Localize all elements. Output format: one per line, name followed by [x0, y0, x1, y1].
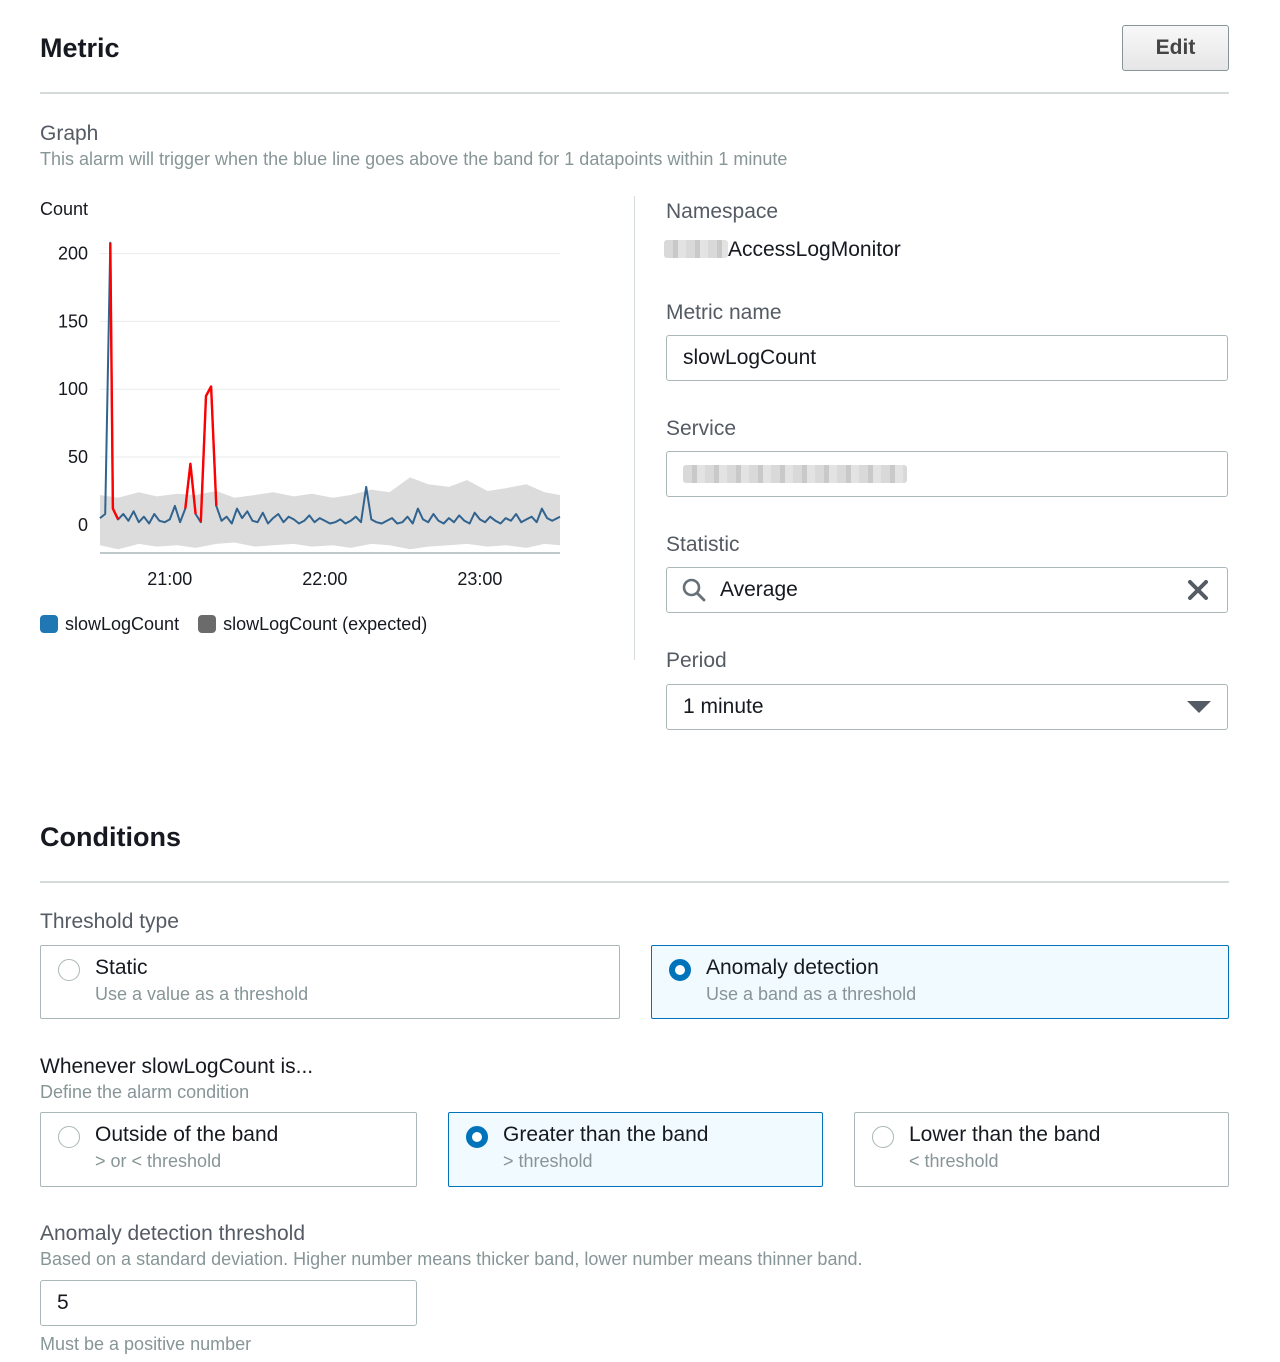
y-tick-label: 0 — [78, 515, 88, 535]
statistic-label: Statistic — [666, 533, 740, 556]
threshold-type-anomaly-detection[interactable]: Anomaly detection Use a band as a thresh… — [651, 945, 1229, 1019]
conditions-divider — [40, 881, 1229, 883]
legend-item-expected[interactable]: slowLogCount (expected) — [198, 614, 427, 634]
anomaly-threshold-label: Anomaly detection threshold — [40, 1222, 305, 1245]
threshold-type-label: Threshold type — [40, 910, 179, 933]
legend-swatch-gray — [198, 615, 217, 633]
metric-name-label: Metric name — [666, 301, 782, 324]
tile-title: Static — [95, 956, 148, 979]
radio-outside-band[interactable] — [58, 1126, 80, 1148]
tile-subtitle: Use a band as a threshold — [706, 984, 917, 1004]
metric-chart: 0 50 100 150 200 21:00 22:00 23:00 — [58, 241, 561, 589]
redacted-text — [683, 465, 907, 483]
statistic-field[interactable]: Average — [666, 567, 1228, 613]
condition-outside-band[interactable]: Outside of the band > or < threshold — [40, 1112, 417, 1187]
threshold-type-static[interactable]: Static Use a value as a threshold — [40, 945, 620, 1019]
metric-divider — [40, 92, 1229, 94]
anomaly-threshold-description: Based on a standard deviation. Higher nu… — [40, 1249, 863, 1269]
y-tick-label: 200 — [58, 244, 88, 264]
tile-title: Greater than the band — [503, 1123, 709, 1146]
chart-grid — [100, 253, 560, 526]
tile-title: Lower than the band — [909, 1123, 1101, 1146]
period-value: 1 minute — [683, 695, 764, 718]
service-field[interactable] — [666, 451, 1228, 497]
metric-name-field[interactable]: slowLogCount — [666, 335, 1228, 381]
tile-subtitle: < threshold — [909, 1151, 999, 1171]
namespace-label: Namespace — [666, 200, 779, 223]
tile-title: Outside of the band — [95, 1123, 279, 1146]
whenever-label: Whenever slowLogCount is... — [40, 1055, 314, 1078]
namespace-value: AccessLogMonitor — [664, 238, 901, 262]
service-label: Service — [666, 417, 737, 440]
metric-title: Metric — [40, 33, 120, 63]
chart-expected-band — [100, 477, 560, 550]
y-tick-label: 50 — [68, 447, 88, 467]
condition-greater-than-band[interactable]: Greater than the band > threshold — [448, 1112, 823, 1187]
x-tick-label: 21:00 — [147, 569, 192, 589]
edit-button[interactable]: Edit — [1122, 25, 1229, 71]
expected-band-area — [100, 477, 560, 550]
period-select[interactable]: 1 minute — [666, 684, 1228, 730]
graph-label: Graph — [40, 122, 99, 145]
radio-anomaly-detection[interactable] — [669, 959, 691, 981]
statistic-value: Average — [720, 578, 798, 601]
condition-lower-than-band[interactable]: Lower than the band < threshold — [854, 1112, 1229, 1187]
chart-y-label: Count — [40, 199, 89, 219]
anomaly-threshold-input[interactable]: 5 — [40, 1280, 417, 1326]
whenever-description: Define the alarm condition — [40, 1082, 250, 1102]
tile-subtitle: > threshold — [503, 1151, 593, 1171]
tile-subtitle: Use a value as a threshold — [95, 984, 309, 1004]
x-tick-label: 22:00 — [302, 569, 347, 589]
tile-title: Anomaly detection — [706, 956, 879, 979]
radio-static[interactable] — [58, 959, 80, 981]
radio-greater-than-band[interactable] — [466, 1126, 488, 1148]
x-tick-label: 23:00 — [457, 569, 502, 589]
tile-subtitle: > or < threshold — [95, 1151, 222, 1171]
period-label: Period — [666, 649, 727, 672]
legend-item-slowlogcount[interactable]: slowLogCount — [40, 614, 184, 634]
column-divider — [634, 196, 635, 660]
radio-lower-than-band[interactable] — [872, 1126, 894, 1148]
legend-swatch-blue — [40, 615, 58, 633]
search-icon — [682, 578, 706, 602]
chart-legend: slowLogCount slowLogCount (expected) — [40, 614, 427, 635]
chart-series — [99, 241, 561, 525]
graph-description: This alarm will trigger when the blue li… — [40, 149, 788, 169]
breach-segment — [109, 242, 120, 520]
close-icon[interactable] — [1187, 579, 1209, 601]
conditions-title: Conditions — [40, 822, 181, 852]
y-tick-label: 150 — [58, 311, 88, 331]
redacted-text — [664, 240, 728, 258]
caret-down-icon — [1187, 701, 1211, 713]
anomaly-threshold-hint: Must be a positive number — [40, 1334, 252, 1354]
y-tick-label: 100 — [58, 379, 88, 399]
series-line-slowlogcount — [99, 241, 561, 525]
